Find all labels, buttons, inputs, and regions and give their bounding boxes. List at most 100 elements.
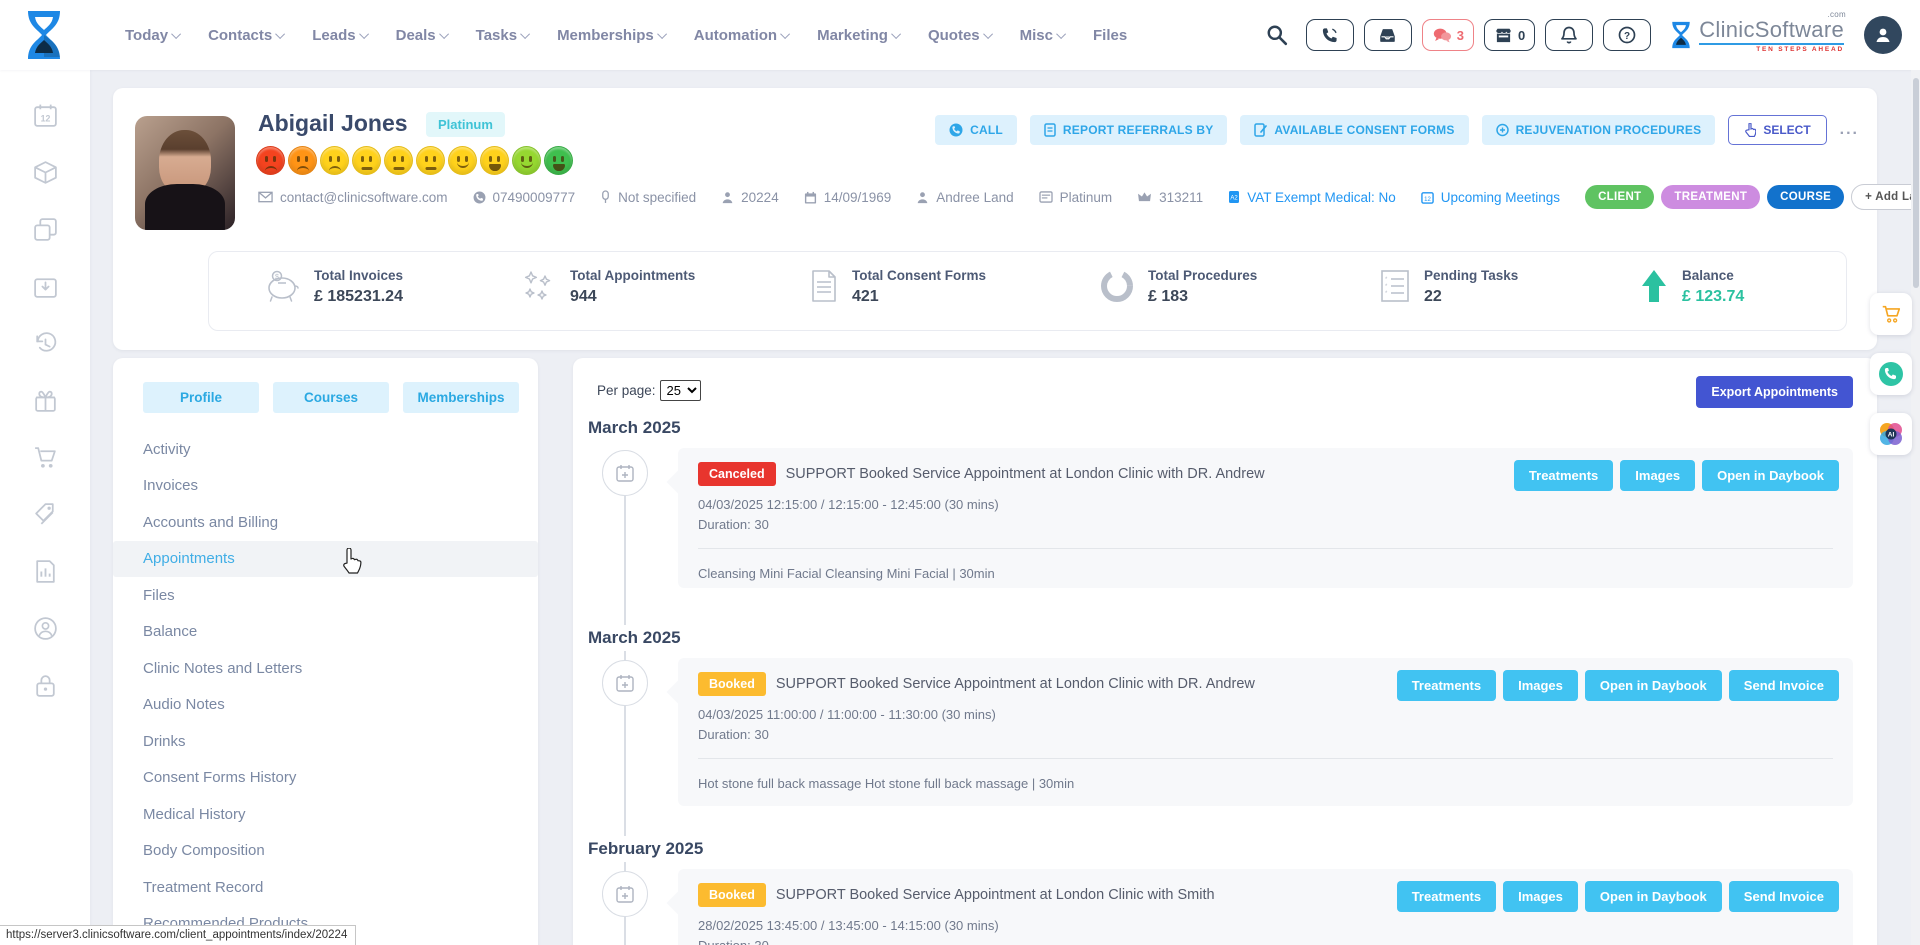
nav-tasks[interactable]: Tasks [476,27,530,44]
calendar-import-icon[interactable] [32,273,59,300]
mood-face-3-icon[interactable] [320,146,349,175]
app-logo[interactable] [16,6,72,64]
shop-button[interactable]: 0 [1484,19,1535,51]
export-appointments-button[interactable]: Export Appointments [1696,376,1853,408]
nav-leads[interactable]: Leads [312,27,368,44]
add-label-button[interactable]: + Add Labe [1851,184,1920,210]
select-button[interactable]: SELECT [1728,115,1826,145]
nav-marketing[interactable]: Marketing [817,27,901,44]
nav-contacts[interactable]: Contacts [208,27,285,44]
client-vat-link[interactable]: A2VAT Exempt Medical: No [1228,190,1396,205]
open-in-daybook-button[interactable]: Open in Daybook [1702,460,1839,491]
ai-assistant-button[interactable]: AI [1870,413,1912,455]
client-owner[interactable]: Andree Land [916,190,1013,205]
nav-today[interactable]: Today [125,27,181,44]
scrollbar-thumb[interactable] [1913,78,1919,288]
report-referrals-button[interactable]: REPORT REFERRALS BY [1030,115,1227,145]
nav-files[interactable]: Files [1093,27,1127,44]
user-avatar[interactable] [1864,16,1902,54]
treatments-button[interactable]: Treatments [1397,670,1496,701]
images-button[interactable]: Images [1503,881,1578,912]
help-button[interactable]: ? [1603,19,1651,51]
sidebar-item-files[interactable]: Files [113,577,538,614]
mood-face-6-icon[interactable] [416,146,445,175]
quick-cart-button[interactable] [1870,293,1912,335]
mood-face-10-icon[interactable] [544,146,573,175]
sidebar-item-clinic-notes[interactable]: Clinic Notes and Letters [113,650,538,687]
sidebar-item-audio-notes[interactable]: Audio Notes [113,687,538,724]
label-course[interactable]: COURSE [1767,185,1844,209]
treatments-button[interactable]: Treatments [1397,881,1496,912]
open-in-daybook-button[interactable]: Open in Daybook [1585,881,1722,912]
sidebar-item-accounts-and-billing[interactable]: Accounts and Billing [113,504,538,541]
call-button[interactable]: CALL [935,115,1017,145]
label-client[interactable]: CLIENT [1585,185,1654,209]
images-button[interactable]: Images [1503,670,1578,701]
nav-misc[interactable]: Misc [1020,27,1066,44]
duplicate-icon[interactable] [32,216,59,243]
search-icon[interactable] [1266,24,1288,46]
timeline-calendar-icon [602,660,648,706]
sidebar-item-invoices[interactable]: Invoices [113,468,538,505]
sidebar-item-balance[interactable]: Balance [113,614,538,651]
per-page-select[interactable]: 25 [660,380,701,401]
dialer-button[interactable] [1306,19,1354,51]
client-loyalty-points[interactable]: 313211 [1137,190,1203,205]
sidebar-item-activity[interactable]: Activity [113,431,538,468]
gift-icon[interactable] [32,387,59,414]
mood-face-2-icon[interactable] [288,146,317,175]
sidebar-item-treatment-record[interactable]: Treatment Record [113,869,538,906]
cart-icon[interactable] [32,444,59,471]
send-invoice-button[interactable]: Send Invoice [1729,670,1839,701]
mood-face-5-icon[interactable] [384,146,413,175]
tab-courses[interactable]: Courses [273,382,389,413]
page-scrollbar[interactable] [1911,70,1920,945]
treatments-button[interactable]: Treatments [1514,460,1613,491]
sidebar-item-medical-history[interactable]: Medical History [113,796,538,833]
sidebar-item-consent-forms-history[interactable]: Consent Forms History [113,760,538,797]
more-actions-button[interactable]: ... [1840,121,1859,139]
mood-face-9-icon[interactable] [512,146,541,175]
price-tags-icon[interactable] [32,501,59,528]
sidebar-item-appointments[interactable]: Appointments [113,541,538,578]
mood-face-8-icon[interactable] [480,146,509,175]
package-icon[interactable] [32,159,59,186]
send-invoice-button[interactable]: Send Invoice [1729,881,1839,912]
label-treatment[interactable]: TREATMENT [1661,185,1760,209]
client-phone[interactable]: 07490009777 [473,190,576,205]
client-membership[interactable]: Platinum [1039,190,1113,205]
mood-face-1-icon[interactable] [256,146,285,175]
nav-quotes[interactable]: Quotes [928,27,993,44]
report-chart-icon[interactable] [32,558,59,585]
appointment-title: SUPPORT Booked Service Appointment at Lo… [776,676,1255,692]
account-icon[interactable] [32,615,59,642]
client-id[interactable]: 20224 [721,190,779,205]
inbox-button[interactable] [1364,19,1412,51]
mood-face-7-icon[interactable] [448,146,477,175]
nav-deals[interactable]: Deals [396,27,449,44]
tab-memberships[interactable]: Memberships [403,382,519,413]
tab-profile[interactable]: Profile [143,382,259,413]
sidebar-item-drinks[interactable]: Drinks [113,723,538,760]
images-button[interactable]: Images [1620,460,1695,491]
sidebar-item-body-composition[interactable]: Body Composition [113,833,538,870]
client-photo[interactable] [135,116,235,230]
quick-call-button[interactable] [1870,353,1912,395]
nav-automation[interactable]: Automation [694,27,790,44]
stat-value: 421 [852,288,986,306]
open-in-daybook-button[interactable]: Open in Daybook [1585,670,1722,701]
brand-logo[interactable]: ClinicSoftware.com TEN STEPS AHEAD [1669,17,1844,53]
rejuvenation-button[interactable]: REJUVENATION PROCEDURES [1482,115,1716,145]
lock-icon[interactable] [32,672,59,699]
mood-face-4-icon[interactable] [352,146,381,175]
upcoming-meetings-link[interactable]: 12Upcoming Meetings [1421,190,1560,205]
client-dob[interactable]: 14/09/1969 [804,190,892,205]
nav-memberships[interactable]: Memberships [557,27,667,44]
history-icon[interactable] [32,330,59,357]
client-email[interactable]: contact@clinicsoftware.com [258,190,448,205]
notifications-button[interactable] [1545,19,1593,51]
chat-notifications-button[interactable]: 3 [1422,19,1474,51]
client-address[interactable]: Not specified [600,190,696,205]
consent-forms-button[interactable]: AVAILABLE CONSENT FORMS [1240,115,1468,145]
calendar-date-icon[interactable]: 12 [32,102,59,129]
